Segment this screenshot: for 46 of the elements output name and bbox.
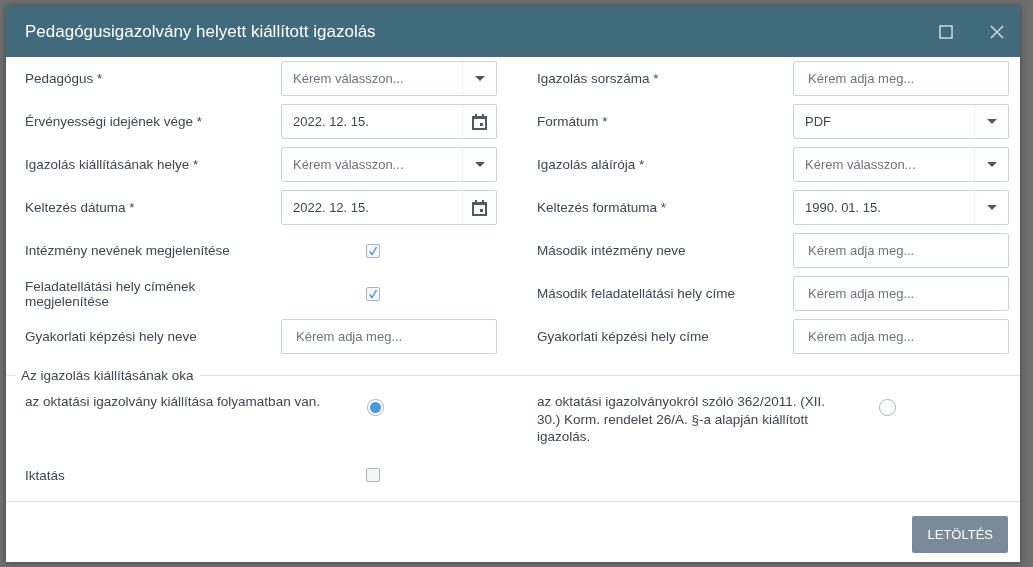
field-label: Keltezés dátuma * <box>25 200 136 215</box>
input-field[interactable]: Kérem adja meg... <box>793 61 1009 96</box>
radio-label: az oktatási igazolvány kiállítása folyamatban van. <box>25 393 321 411</box>
field-label: Igazolás aláírója * <box>537 157 646 172</box>
field-label: Második feladatellátási hely címe <box>537 286 737 301</box>
date-field[interactable]: 2022. 12. 15. <box>281 104 497 139</box>
dropdown-field[interactable]: PDF <box>793 104 1009 139</box>
radio-button[interactable] <box>367 399 384 416</box>
download-button[interactable]: LETÖLTÉS <box>912 515 1008 553</box>
input-field[interactable]: Kérem adja meg... <box>793 233 1009 268</box>
field-label: Gyakorlati képzési hely címe <box>537 329 710 344</box>
dropdown-field[interactable]: Kérem válasszon... <box>793 147 1009 182</box>
checkbox[interactable] <box>366 243 380 258</box>
radio-label: az oktatási igazolványokról szóló 362/2011. (XII. 30.) Korm. rendelet 26/A. §-a alapján kiállított igazolás. <box>537 393 826 446</box>
input-field[interactable]: Kérem adja meg... <box>793 276 1009 311</box>
field-label: Igazolás kiállításának helye * <box>25 157 200 172</box>
field-label: Iktatás <box>25 467 66 483</box>
field-label: Második intézmény neve <box>537 243 687 258</box>
checkbox[interactable] <box>366 286 380 301</box>
dropdown-field[interactable]: 1990. 01. 15. <box>793 190 1009 225</box>
caret-icon <box>986 162 997 167</box>
radio-button[interactable] <box>879 399 896 416</box>
field-label: Formátum * <box>537 114 609 129</box>
field-label: Keltezés formátuma * <box>537 200 668 215</box>
field-label: Érvényességi idejének vége * <box>25 114 204 129</box>
dropdown-field[interactable]: Kérem válasszon... <box>281 147 497 182</box>
dialog-title: Pedagógusigazolvány helyett kiállított igazolás <box>25 21 377 42</box>
maximize-icon[interactable] <box>939 24 953 39</box>
caret-icon <box>474 76 485 81</box>
input-field[interactable]: Kérem adja meg... <box>793 319 1009 354</box>
field-label: Intézmény nevének megjelenítése <box>25 243 231 258</box>
dropdown-field[interactable]: Kérem válasszon... <box>281 61 497 96</box>
input-field[interactable]: Kérem adja meg... <box>281 319 497 354</box>
caret-icon <box>474 162 485 167</box>
caret-icon <box>986 205 997 210</box>
field-label: Gyakorlati képzési hely neve <box>25 329 198 344</box>
section-legend: Az igazolás kiállításának oka <box>15 368 200 383</box>
date-field[interactable]: 2022. 12. 15. <box>281 190 497 225</box>
field-label: Pedagógus * <box>25 71 104 86</box>
caret-icon <box>986 119 997 124</box>
calendar-icon <box>472 199 487 216</box>
field-label: Feladatellátási hely címének megjelenítése <box>25 278 197 309</box>
field-label: Igazolás sorszáma * <box>537 71 660 86</box>
calendar-icon <box>472 113 487 130</box>
close-icon[interactable] <box>990 24 1004 39</box>
checkbox[interactable] <box>366 468 380 482</box>
